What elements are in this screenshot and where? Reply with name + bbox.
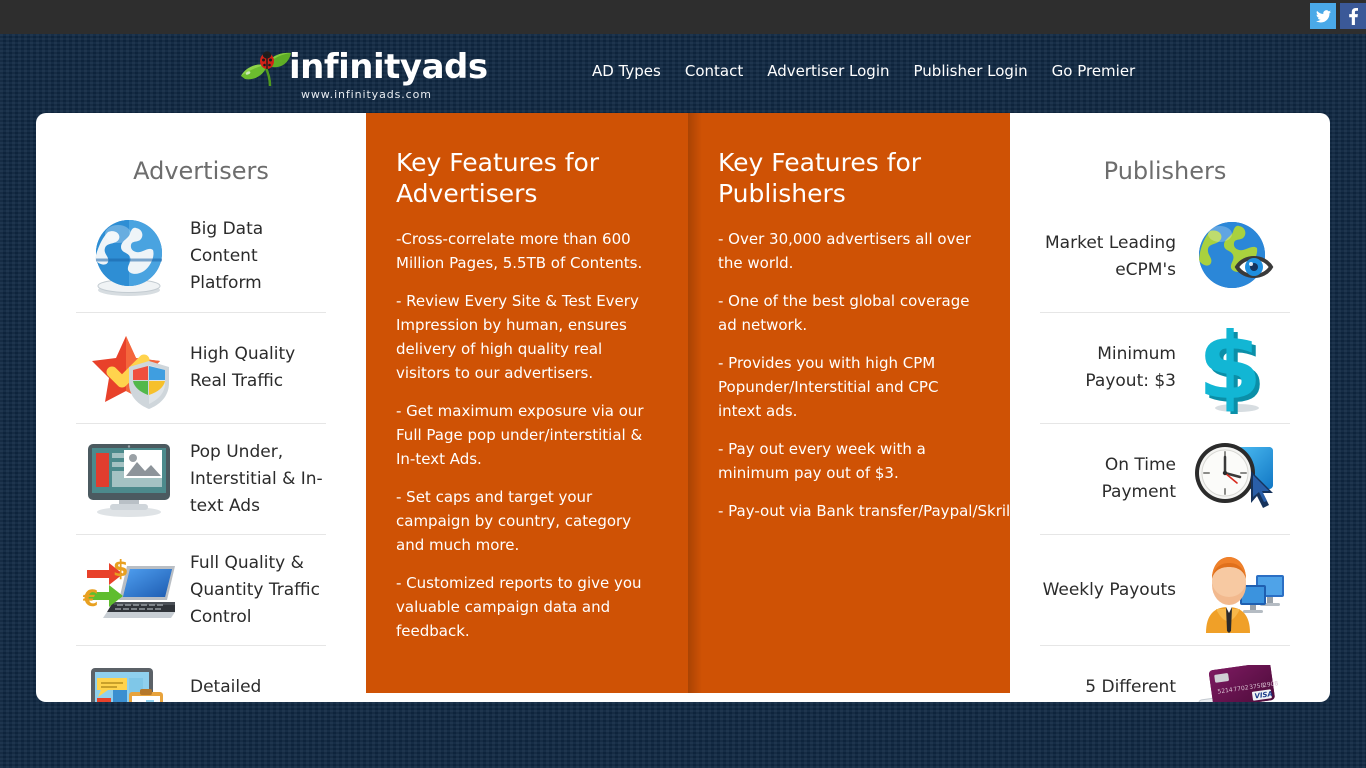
- list-item-label: Minimum Payout: $3: [1085, 344, 1176, 391]
- advertiser-feature-paragraph: - Review Every Site & Test Every Impress…: [396, 292, 644, 382]
- logo-url-text: www.infinityads.com: [301, 88, 432, 101]
- list-item[interactable]: Big Data Content Platform: [76, 201, 326, 312]
- publisher-features-title: Key Features for Publishers: [718, 148, 922, 208]
- list-item-label: On Time Payment: [1101, 455, 1176, 502]
- main-content-card: Key Features for Advertisers -Cross-corr…: [36, 113, 1330, 702]
- leaf-ladybug-icon: [237, 50, 297, 90]
- list-item[interactable]: Pop Under, Interstitial & In-text Ads: [76, 423, 326, 534]
- list-item[interactable]: Market Leading eCPM's: [1040, 201, 1290, 312]
- list-item-label: High Quality Real Traffic: [190, 344, 296, 391]
- list-item[interactable]: On Time Payment: [1040, 423, 1290, 534]
- report-chart-icon: [76, 655, 182, 702]
- list-item-label: Pop Under, Interstitial & In-text Ads: [190, 441, 323, 516]
- svg-text:$: $: [113, 557, 128, 582]
- top-utility-bar: [0, 0, 1366, 34]
- advertiser-features-panel: Key Features for Advertisers -Cross-corr…: [366, 113, 688, 693]
- nav-item-advertiser-login[interactable]: Advertiser Login: [755, 60, 901, 82]
- advertiser-feature-paragraph: - Get maximum exposure via our Full Page…: [396, 402, 649, 468]
- list-item[interactable]: 52147702 37582908 VISA 5 Different Payme…: [1040, 645, 1290, 702]
- nav-item-ad-types[interactable]: AD Types: [592, 60, 673, 82]
- publisher-feature-paragraph: - Pay-out via Bank transfer/Paypal/Skril…: [718, 502, 1182, 520]
- advertisers-column: Advertisers Big Data Content Platform Hi…: [36, 113, 366, 702]
- support-agent-icon: [1184, 544, 1290, 636]
- nav-item-go-premier[interactable]: Go Premier: [1040, 60, 1148, 82]
- list-item-label: Full Quality & Quantity Traffic Control: [190, 552, 320, 627]
- svg-text:€: €: [83, 587, 98, 612]
- facebook-icon[interactable]: [1340, 3, 1366, 29]
- publisher-feature-paragraph: - Provides you with high CPM Popunder/In…: [718, 354, 944, 420]
- list-item[interactable]: Weekly Payouts: [1040, 534, 1290, 645]
- monitor-ad-icon: [76, 433, 182, 525]
- twitter-icon[interactable]: [1310, 3, 1336, 29]
- list-item-label: Big Data Content Platform: [190, 219, 264, 293]
- key-features-panels: Key Features for Advertisers -Cross-corr…: [366, 113, 1182, 693]
- advertiser-features-title: Key Features for Advertisers: [396, 148, 600, 208]
- list-item[interactable]: High Quality Real Traffic: [76, 312, 326, 423]
- publisher-features-panel: Key Features for Publishers - Over 30,00…: [688, 113, 1182, 693]
- globe-icon: [76, 211, 182, 303]
- laptop-currency-icon: $ €: [76, 544, 182, 636]
- social-links: [1310, 3, 1366, 29]
- advertisers-column-title: Advertisers: [133, 157, 269, 185]
- list-item[interactable]: $ $ Minimum Payout: $3: [1040, 312, 1290, 423]
- publisher-feature-paragraph: - One of the best global coverage ad net…: [718, 292, 975, 334]
- star-shield-icon: [76, 322, 182, 414]
- list-item-label: Detailed Reporting &: [190, 677, 262, 697]
- credit-card-icon: 5214 7702 3758 2908 VISA: [1184, 655, 1290, 702]
- advertiser-feature-paragraph: - Set caps and target your campaign by c…: [396, 488, 636, 554]
- list-item[interactable]: $ € Full Quality & Quantity Traffic Cont…: [76, 534, 326, 645]
- dollar-sign-icon: $ $: [1184, 322, 1290, 414]
- advertiser-feature-paragraph: - Customized reports to give you valuabl…: [396, 574, 647, 640]
- logo-wordmark: infinityads: [289, 47, 488, 87]
- globe-eye-icon: [1184, 211, 1290, 303]
- publishers-column-title: Publishers: [1103, 157, 1227, 185]
- site-logo[interactable]: infinityads www.infinityads.com: [237, 44, 488, 106]
- svg-text:2908: 2908: [1263, 680, 1279, 689]
- svg-text:$: $: [1198, 322, 1262, 414]
- list-item[interactable]: Detailed Reporting &: [76, 645, 326, 702]
- advertiser-feature-paragraph: -Cross-correlate more than 600 Million P…: [396, 230, 643, 272]
- publishers-feature-list: Market Leading eCPM's $ $ Minimum Payout…: [1000, 201, 1330, 702]
- main-navigation: AD Types Contact Advertiser Login Publis…: [592, 60, 1147, 82]
- list-item-label: Weekly Payouts: [1042, 579, 1176, 600]
- publisher-feature-paragraph: - Over 30,000 advertisers all over the w…: [718, 230, 976, 272]
- clock-cursor-icon: [1184, 433, 1290, 525]
- list-item-label: 5 Different Payment: [1085, 677, 1176, 697]
- advertisers-feature-list: Big Data Content Platform High Quality R…: [36, 201, 366, 702]
- publisher-feature-paragraph: - Pay out every week with a minimum pay …: [718, 440, 931, 482]
- publishers-column: Publishers Market Leading eCPM's $ $ Min…: [1000, 113, 1330, 702]
- nav-item-contact[interactable]: Contact: [673, 60, 755, 82]
- nav-item-publisher-login[interactable]: Publisher Login: [902, 60, 1040, 82]
- list-item-label: Market Leading eCPM's: [1045, 232, 1176, 280]
- site-header: infinityads www.infinityads.com AD Types…: [0, 34, 1366, 113]
